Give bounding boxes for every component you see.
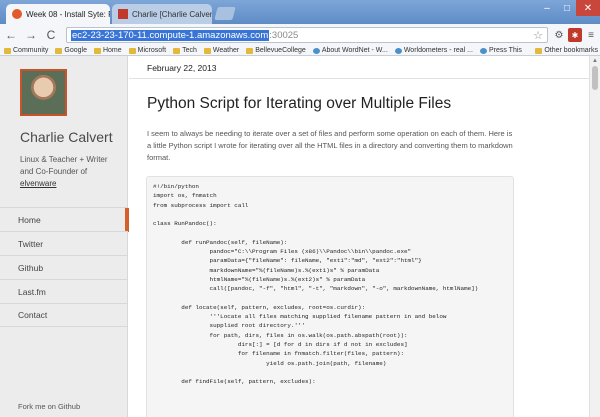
bookmark-item[interactable]: Weather: [203, 47, 240, 54]
bookmark-label: Weather: [212, 47, 240, 54]
folder-icon: [203, 47, 211, 54]
scroll-thumb[interactable]: [592, 66, 598, 90]
bookmark-item[interactable]: Tech: [173, 47, 197, 54]
sidebar-item-home[interactable]: Home: [0, 207, 129, 232]
sidebar: Charlie Calvert Linux & Teacher + Writer…: [0, 56, 129, 417]
globe-icon: [479, 47, 487, 54]
reload-button[interactable]: C: [42, 26, 60, 44]
tab-strip: Week 08 - Install Syte: PR × Charlie [Ch…: [0, 0, 600, 24]
bookmark-label: Community: [13, 47, 49, 54]
tab-title: Charlie [Charlie Calvert]: [132, 9, 212, 19]
browser-toolbar: ← → C ec2-23-23-170-11.compute-1.amazona…: [0, 24, 600, 46]
main-content: February 22, 2013 Python Script for Iter…: [129, 56, 589, 417]
new-tab-button[interactable]: [214, 7, 236, 20]
url-port: :30025: [269, 29, 299, 41]
bookmark-item[interactable]: Worldometers - real ...: [394, 47, 473, 54]
other-bookmarks-label: Other bookmarks: [544, 47, 598, 54]
bookmark-star-icon[interactable]: ☆: [533, 29, 543, 42]
bookmark-item[interactable]: BellevueCollege: [246, 47, 306, 54]
post-date: February 22, 2013: [147, 63, 217, 73]
bookmark-item[interactable]: Press This: [479, 47, 522, 54]
tab-week08[interactable]: Week 08 - Install Syte: PR ×: [6, 4, 110, 24]
elvenware-link[interactable]: elvenware: [20, 179, 56, 188]
bookmark-item[interactable]: About WordNet - W...: [312, 47, 388, 54]
folder-icon: [535, 47, 543, 54]
menu-icon[interactable]: ≡: [584, 28, 598, 42]
folder-icon: [246, 47, 254, 54]
folder-icon: [128, 47, 136, 54]
post-title: Python Script for Iterating over Multipl…: [147, 95, 452, 112]
tagline-text: Linux & Teacher + Writer and Co-Founder …: [20, 155, 108, 176]
close-window-button[interactable]: ✕: [576, 0, 600, 16]
bookmarks-bar: Community Google Home Microsoft Tech Wea…: [0, 46, 600, 56]
sidebar-item-twitter[interactable]: Twitter: [0, 231, 128, 255]
tab-favicon-icon: [118, 9, 128, 19]
folder-icon: [4, 47, 11, 54]
bookmark-label: About WordNet - W...: [321, 47, 388, 54]
scroll-up-icon[interactable]: ▲: [591, 58, 599, 64]
settings-extension-icon[interactable]: ⚙: [552, 28, 566, 42]
globe-icon: [394, 47, 402, 54]
code-block: #!/bin/python import os, fnmatch from su…: [146, 176, 514, 417]
bookmark-label: Press This: [488, 47, 522, 54]
forward-button[interactable]: →: [22, 26, 40, 44]
bookmark-item[interactable]: Google: [55, 47, 87, 54]
tab-title: Week 08 - Install Syte: PR: [26, 9, 110, 19]
folder-icon: [173, 47, 181, 54]
maximize-button[interactable]: □: [556, 0, 578, 16]
other-bookmarks[interactable]: Other bookmarks: [531, 47, 598, 54]
tab-charlie[interactable]: Charlie [Charlie Calvert] ×: [112, 4, 212, 24]
tab-favicon-icon: [12, 9, 22, 19]
post-intro: I seem to always be needing to iterate o…: [147, 129, 513, 162]
minimize-button[interactable]: –: [536, 0, 558, 16]
url-host: ec2-23-23-170-11.compute-1.amazonaws.com: [71, 29, 270, 41]
bookmark-label: BellevueCollege: [255, 47, 306, 54]
globe-icon: [312, 47, 320, 54]
site-name: Charlie Calvert: [20, 129, 113, 145]
bookmark-label: Microsoft: [137, 47, 167, 54]
bookmark-item[interactable]: Microsoft: [128, 47, 167, 54]
address-bar[interactable]: ec2-23-23-170-11.compute-1.amazonaws.com…: [66, 27, 548, 43]
bookmark-item[interactable]: Home: [93, 47, 122, 54]
page-scrollbar[interactable]: ▲: [589, 56, 600, 417]
sidebar-item-github[interactable]: Github: [0, 255, 128, 279]
folder-icon: [55, 47, 63, 54]
folder-icon: [93, 47, 101, 54]
divider: [129, 78, 589, 79]
bookmark-item[interactable]: Community: [4, 47, 48, 54]
avatar: [20, 69, 67, 116]
sidebar-item-lastfm[interactable]: Last.fm: [0, 279, 128, 303]
tagline: Linux & Teacher + Writer and Co-Founder …: [20, 154, 120, 190]
bookmark-label: Google: [64, 47, 87, 54]
sidebar-item-contact[interactable]: Contact: [0, 303, 128, 327]
bookmark-label: Home: [102, 47, 122, 54]
sidebar-menu: Home Twitter Github Last.fm Contact: [0, 207, 129, 327]
bookmark-label: Worldometers - real ...: [403, 47, 473, 54]
bookmark-label: Tech: [182, 47, 197, 54]
fork-github-link[interactable]: Fork me on Github: [18, 402, 80, 411]
back-button[interactable]: ←: [2, 26, 20, 44]
red-extension-icon[interactable]: ✱: [568, 28, 582, 42]
